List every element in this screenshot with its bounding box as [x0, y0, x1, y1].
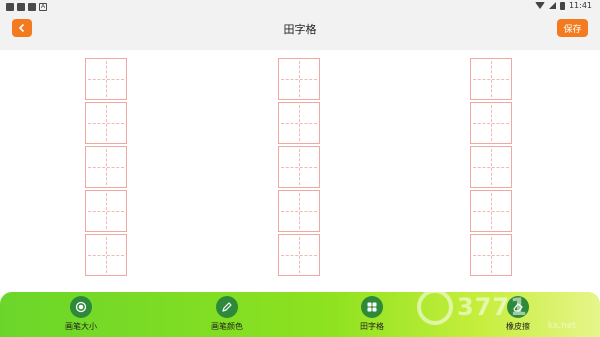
tianzige-cell[interactable] — [278, 102, 320, 144]
tianzige-cell[interactable] — [85, 146, 127, 188]
tianzige-cell[interactable] — [470, 234, 512, 276]
app-screen: A 11:41 田字格 保存 画笔大小 画笔颜色 田字格 橡皮擦 3771 kx… — [0, 0, 600, 337]
brush-size-icon — [70, 296, 92, 318]
tianzige-cell[interactable] — [278, 58, 320, 100]
tianzige-cell[interactable] — [470, 190, 512, 232]
tianzige-cell[interactable] — [85, 58, 127, 100]
signal-icon — [548, 2, 556, 9]
status-indicators: 11:41 — [534, 1, 592, 10]
tool-label: 田字格 — [360, 322, 384, 331]
tianzige-cell[interactable] — [278, 146, 320, 188]
tianzige-cell[interactable] — [85, 234, 127, 276]
sim-badge-icon: A — [39, 3, 47, 11]
tianzige-cell[interactable] — [278, 190, 320, 232]
grid-style-button[interactable]: 田字格 — [337, 296, 407, 332]
pencil-icon — [216, 296, 238, 318]
watermark-circle-icon — [417, 289, 453, 325]
watermark-logo: 3771 kx.net — [417, 289, 582, 331]
notification-icon — [28, 3, 36, 11]
watermark-subtext: kx.net — [547, 321, 576, 331]
grid-icon — [361, 296, 383, 318]
tool-label: 画笔颜色 — [211, 322, 243, 331]
page-title: 田字格 — [283, 23, 317, 36]
writing-grid-area[interactable] — [0, 50, 600, 290]
grid-column — [470, 58, 512, 276]
tianzige-cell[interactable] — [470, 102, 512, 144]
tianzige-cell[interactable] — [470, 58, 512, 100]
brush-size-button[interactable]: 画笔大小 — [46, 296, 116, 332]
grid-column — [278, 58, 320, 276]
brush-color-button[interactable]: 画笔颜色 — [192, 296, 262, 332]
tianzige-cell[interactable] — [470, 146, 512, 188]
watermark-text: 3771 — [457, 293, 528, 321]
notification-icon — [17, 3, 25, 11]
bottom-toolbar: 画笔大小 画笔颜色 田字格 橡皮擦 3771 kx.net — [0, 289, 600, 337]
notification-icon — [6, 3, 14, 11]
notification-icons: A — [6, 3, 47, 11]
status-time: 11:41 — [568, 1, 592, 10]
app-header: 田字格 保存 — [0, 13, 600, 50]
grid-column — [85, 58, 127, 276]
tianzige-cell[interactable] — [85, 190, 127, 232]
tianzige-cell[interactable] — [278, 234, 320, 276]
tool-label: 画笔大小 — [65, 322, 97, 331]
tianzige-cell[interactable] — [85, 102, 127, 144]
status-bar: A 11:41 — [0, 0, 600, 13]
wifi-icon — [534, 2, 545, 9]
save-button[interactable]: 保存 — [557, 19, 588, 37]
battery-icon — [559, 1, 565, 10]
